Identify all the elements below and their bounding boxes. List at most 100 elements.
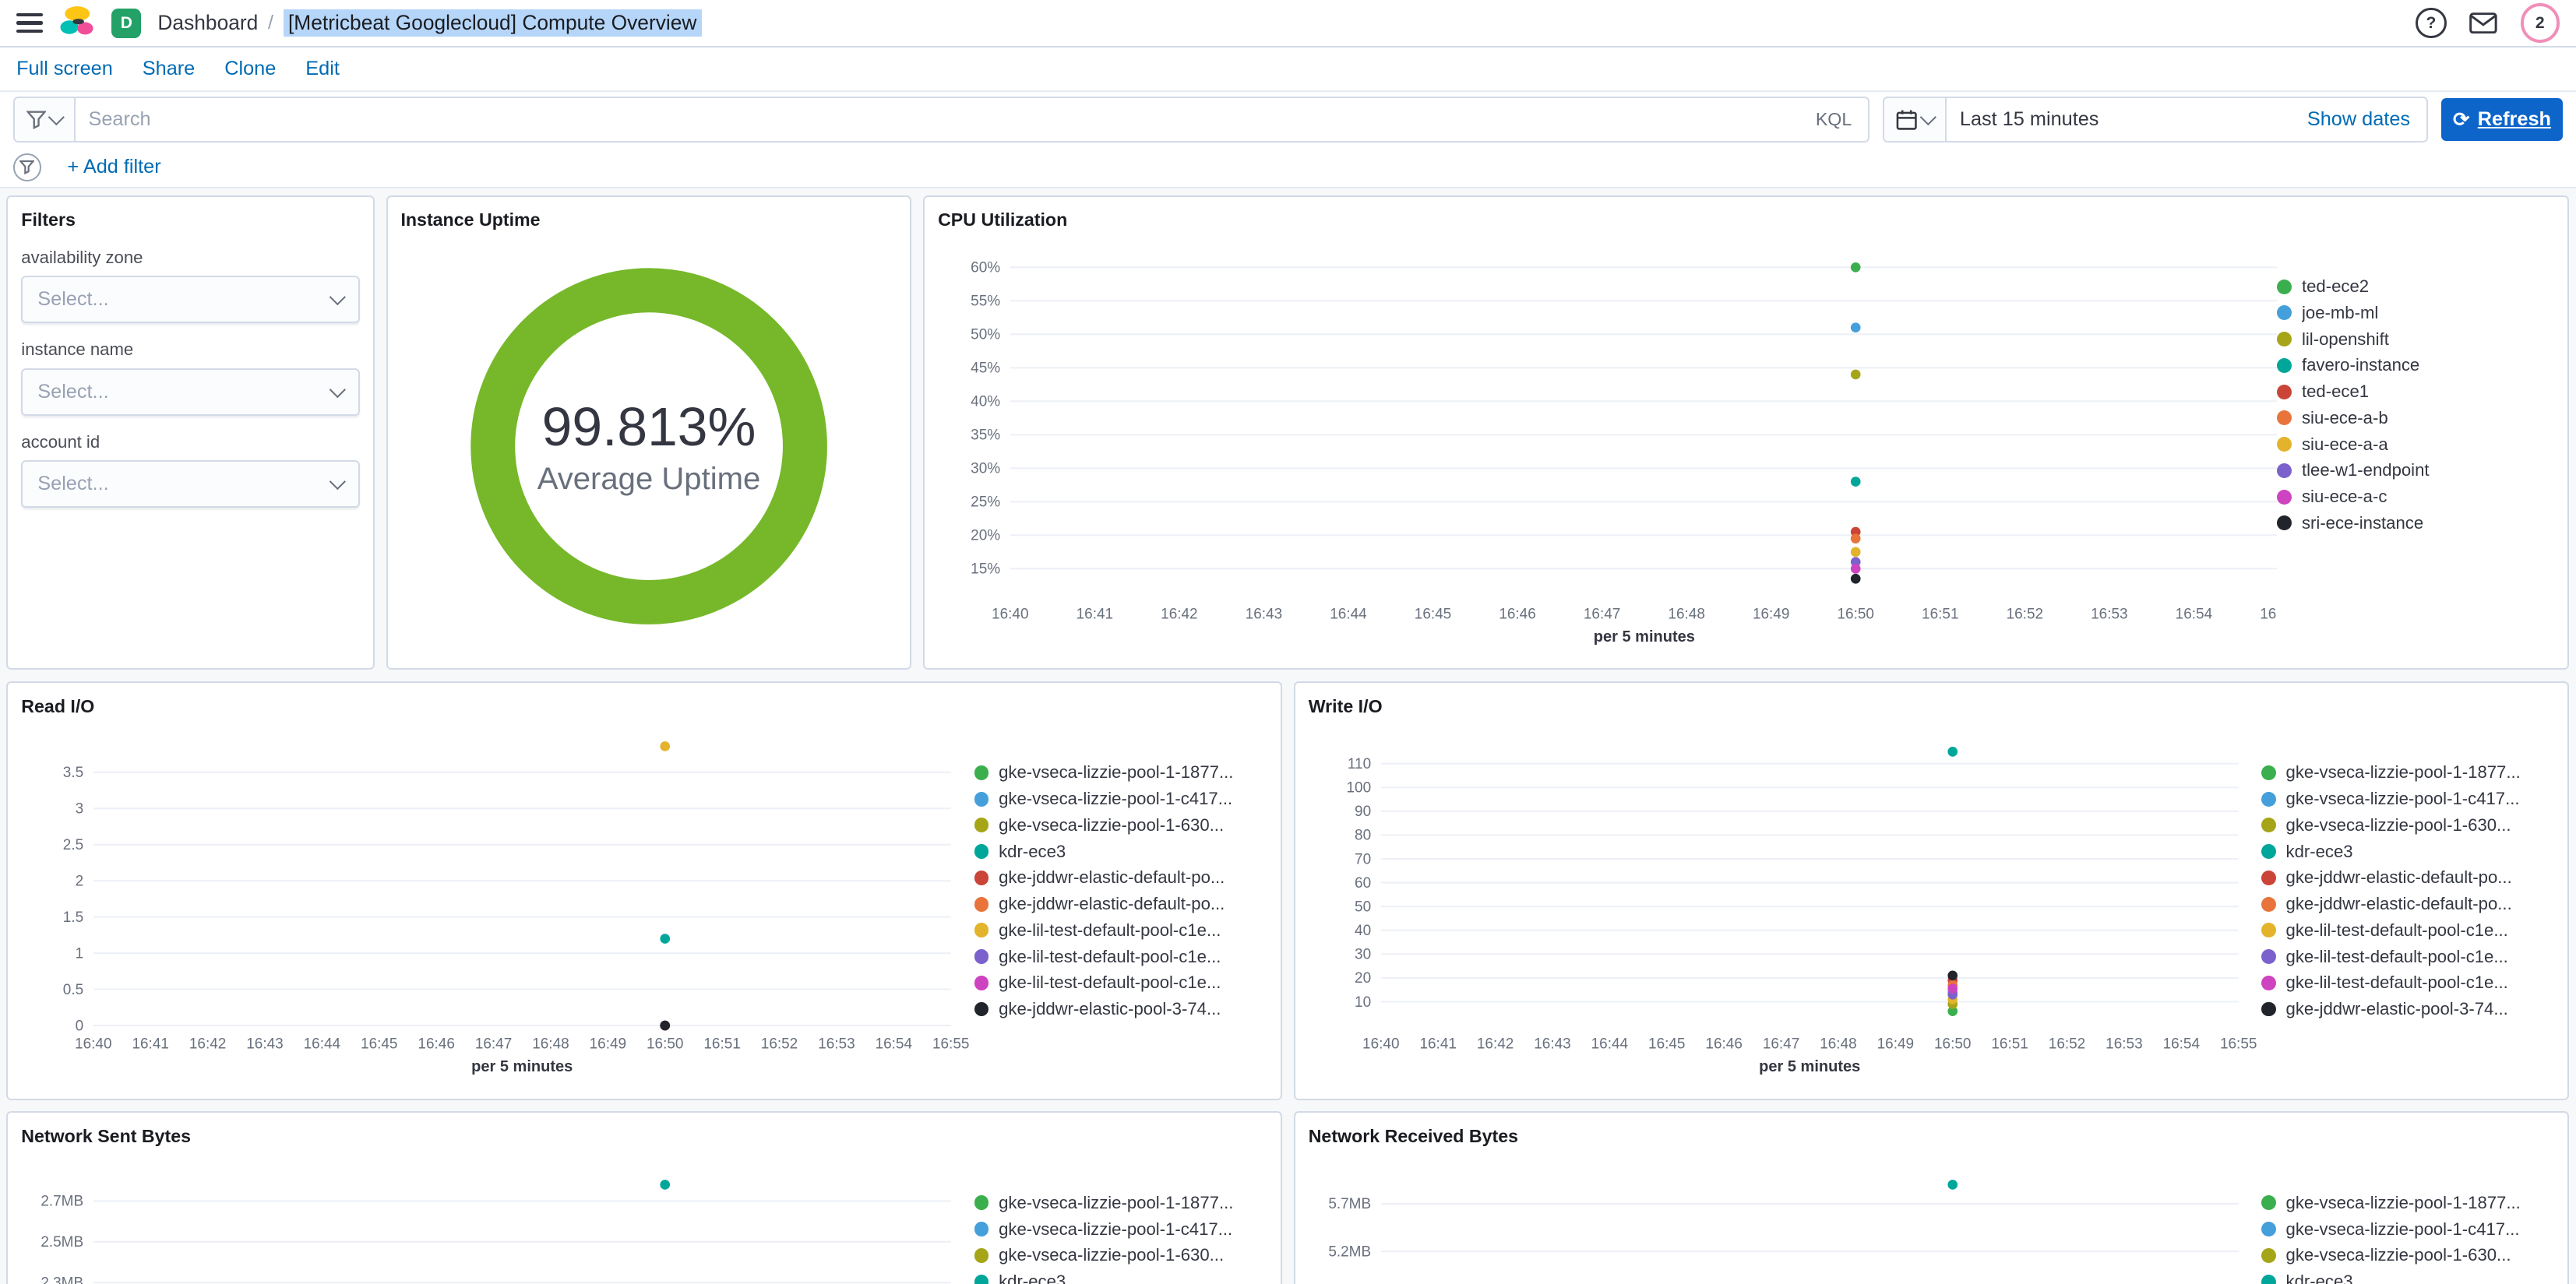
- menu-edit[interactable]: Edit: [305, 58, 340, 80]
- legend-item[interactable]: kdr-ece3: [2261, 1268, 2544, 1284]
- legend-item[interactable]: ted-ece1: [2277, 378, 2554, 405]
- availability-zone-select[interactable]: Select...: [21, 276, 360, 324]
- select-placeholder: Select...: [37, 380, 109, 403]
- legend-label: gke-vseca-lizzie-pool-1-1877...: [999, 762, 1234, 783]
- panel-title[interactable]: Instance Uptime: [400, 209, 897, 230]
- legend-item[interactable]: gke-jddwr-elastic-default-po...: [2261, 891, 2544, 917]
- search-input[interactable]: [75, 108, 1799, 132]
- legend-item[interactable]: favero-instance: [2277, 352, 2554, 378]
- legend-item[interactable]: lil-openshift: [2277, 326, 2554, 353]
- show-dates-button[interactable]: Show dates: [2291, 108, 2426, 131]
- write-io-legend: gke-vseca-lizzie-pool-1-1877... gke-vseca…: [2261, 723, 2544, 1085]
- legend-item[interactable]: siu-ece-a-c: [2277, 484, 2554, 510]
- legend-item[interactable]: gke-lil-test-default-pool-c1e...: [2261, 917, 2544, 944]
- legend-label: ted-ece1: [2301, 382, 2370, 402]
- legend-item[interactable]: gke-jddwr-elastic-default-po...: [2261, 864, 2544, 891]
- legend-item[interactable]: sri-ece-instance: [2277, 510, 2554, 536]
- legend-dot: [2261, 1274, 2276, 1284]
- legend-item[interactable]: gke-vseca-lizzie-pool-1-c417...: [2261, 1216, 2544, 1243]
- legend-label: kdr-ece3: [2285, 1272, 2353, 1284]
- legend-item[interactable]: kdr-ece3: [2261, 839, 2544, 865]
- time-range-button[interactable]: Last 15 minutes: [1947, 108, 2112, 131]
- elastic-logo[interactable]: [59, 5, 95, 40]
- legend-item[interactable]: siu-ece-a-a: [2277, 431, 2554, 458]
- saved-query-menu-button[interactable]: [14, 98, 76, 142]
- legend-item[interactable]: gke-vseca-lizzie-pool-1-630...: [2261, 1243, 2544, 1269]
- panel-title[interactable]: Filters: [21, 209, 360, 230]
- legend-item[interactable]: gke-lil-test-default-pool-c1e...: [2261, 969, 2544, 996]
- legend-item[interactable]: kdr-ece3: [974, 839, 1257, 865]
- legend-item[interactable]: siu-ece-a-b: [2277, 405, 2554, 431]
- svg-text:16:46: 16:46: [418, 1036, 455, 1053]
- menu-icon[interactable]: [16, 12, 43, 33]
- panel-title[interactable]: Read I/O: [21, 696, 1267, 717]
- legend-item[interactable]: gke-vseca-lizzie-pool-1-c417...: [974, 1216, 1257, 1243]
- svg-text:16:42: 16:42: [1161, 606, 1197, 622]
- legend-item[interactable]: gke-lil-test-default-pool-c1e...: [974, 969, 1257, 996]
- search-box: KQL: [12, 97, 1870, 143]
- legend-item[interactable]: tlee-w1-endpoint: [2277, 457, 2554, 484]
- legend-item[interactable]: gke-vseca-lizzie-pool-1-630...: [974, 812, 1257, 839]
- refresh-button[interactable]: ⟳ Refresh: [2440, 98, 2564, 142]
- svg-text:16:43: 16:43: [1246, 606, 1282, 622]
- legend-item[interactable]: joe-mb-ml: [2277, 300, 2554, 326]
- legend-dot: [2277, 489, 2292, 505]
- panel-title[interactable]: Network Received Bytes: [1309, 1126, 2555, 1147]
- legend-item[interactable]: gke-lil-test-default-pool-c1e...: [974, 944, 1257, 970]
- breadcrumb-dashboard[interactable]: Dashboard: [157, 11, 258, 35]
- legend-item[interactable]: gke-jddwr-elastic-default-po...: [974, 864, 1257, 891]
- svg-text:16:54: 16:54: [2162, 1036, 2199, 1053]
- menu-full-screen[interactable]: Full screen: [16, 58, 113, 80]
- legend-dot: [974, 765, 989, 780]
- filters-panel: Filters availability zone Select... inst…: [6, 195, 375, 670]
- legend-item[interactable]: gke-vseca-lizzie-pool-1-c417...: [974, 786, 1257, 812]
- legend-item[interactable]: gke-lil-test-default-pool-c1e...: [974, 917, 1257, 944]
- panel-title[interactable]: CPU Utilization: [938, 209, 2555, 230]
- legend-item[interactable]: gke-jddwr-elastic-pool-3-74...: [974, 996, 1257, 1022]
- legend-label: gke-jddwr-elastic-default-po...: [999, 867, 1225, 888]
- filter-options-button[interactable]: [12, 153, 41, 181]
- legend-item[interactable]: gke-vseca-lizzie-pool-1-1877...: [2261, 1190, 2544, 1216]
- svg-text:20%: 20%: [971, 528, 1000, 544]
- legend-item[interactable]: gke-vseca-lizzie-pool-1-630...: [974, 1243, 1257, 1269]
- breadcrumb-separator: /: [267, 12, 274, 34]
- legend-item[interactable]: gke-vseca-lizzie-pool-1-630...: [2261, 812, 2544, 839]
- legend-label: gke-vseca-lizzie-pool-1-630...: [2285, 814, 2511, 835]
- svg-text:16:48: 16:48: [1668, 606, 1704, 622]
- legend-item[interactable]: gke-vseca-lizzie-pool-1-1877...: [974, 760, 1257, 786]
- svg-text:16:45: 16:45: [361, 1036, 397, 1053]
- kql-badge[interactable]: KQL: [1799, 109, 1869, 130]
- instance-uptime-panel: Instance Uptime 99.813% Average Uptime: [386, 195, 912, 670]
- legend-dot: [974, 1222, 989, 1237]
- panel-title[interactable]: Write I/O: [1309, 696, 2555, 717]
- panel-title[interactable]: Network Sent Bytes: [21, 1126, 1267, 1147]
- add-filter-button[interactable]: + Add filter: [58, 154, 171, 180]
- menu-clone[interactable]: Clone: [224, 58, 276, 80]
- legend-label: joe-mb-ml: [2301, 302, 2379, 322]
- legend-item[interactable]: gke-vseca-lizzie-pool-1-c417...: [2261, 786, 2544, 812]
- help-icon: ?: [2416, 7, 2447, 39]
- legend-label: gke-vseca-lizzie-pool-1-630...: [999, 814, 1225, 835]
- legend-item[interactable]: kdr-ece3: [974, 1268, 1257, 1284]
- calendar-menu-button[interactable]: [1884, 98, 1947, 142]
- newsfeed-button[interactable]: [2469, 12, 2497, 34]
- help-button[interactable]: ?: [2416, 7, 2447, 39]
- space-badge[interactable]: D: [111, 8, 142, 38]
- legend-item[interactable]: gke-lil-test-default-pool-c1e...: [2261, 944, 2544, 970]
- instance-name-select[interactable]: Select...: [21, 368, 360, 416]
- legend-item[interactable]: ted-ece2: [2277, 273, 2554, 300]
- svg-text:10: 10: [1355, 994, 1371, 1011]
- legend-dot: [974, 923, 989, 938]
- legend-item[interactable]: gke-jddwr-elastic-pool-3-74...: [2261, 996, 2544, 1022]
- legend-item[interactable]: gke-vseca-lizzie-pool-1-1877...: [974, 1190, 1257, 1216]
- legend-dot: [974, 1001, 989, 1017]
- account-id-select[interactable]: Select...: [21, 460, 360, 508]
- legend-item[interactable]: gke-jddwr-elastic-default-po...: [974, 891, 1257, 917]
- breadcrumb: Dashboard / [Metricbeat Googlecloud] Com…: [157, 9, 702, 37]
- user-avatar[interactable]: 2: [2520, 3, 2560, 43]
- select-placeholder: Select...: [37, 288, 109, 311]
- legend-item[interactable]: gke-vseca-lizzie-pool-1-1877...: [2261, 760, 2544, 786]
- svg-text:30%: 30%: [971, 461, 1000, 477]
- dashboard-row-2: Read I/O 3.5 3 2.5 2 1.5 1 0.5 0 16:40 16:41 16:42…: [6, 681, 2570, 1100]
- menu-share[interactable]: Share: [143, 58, 196, 80]
